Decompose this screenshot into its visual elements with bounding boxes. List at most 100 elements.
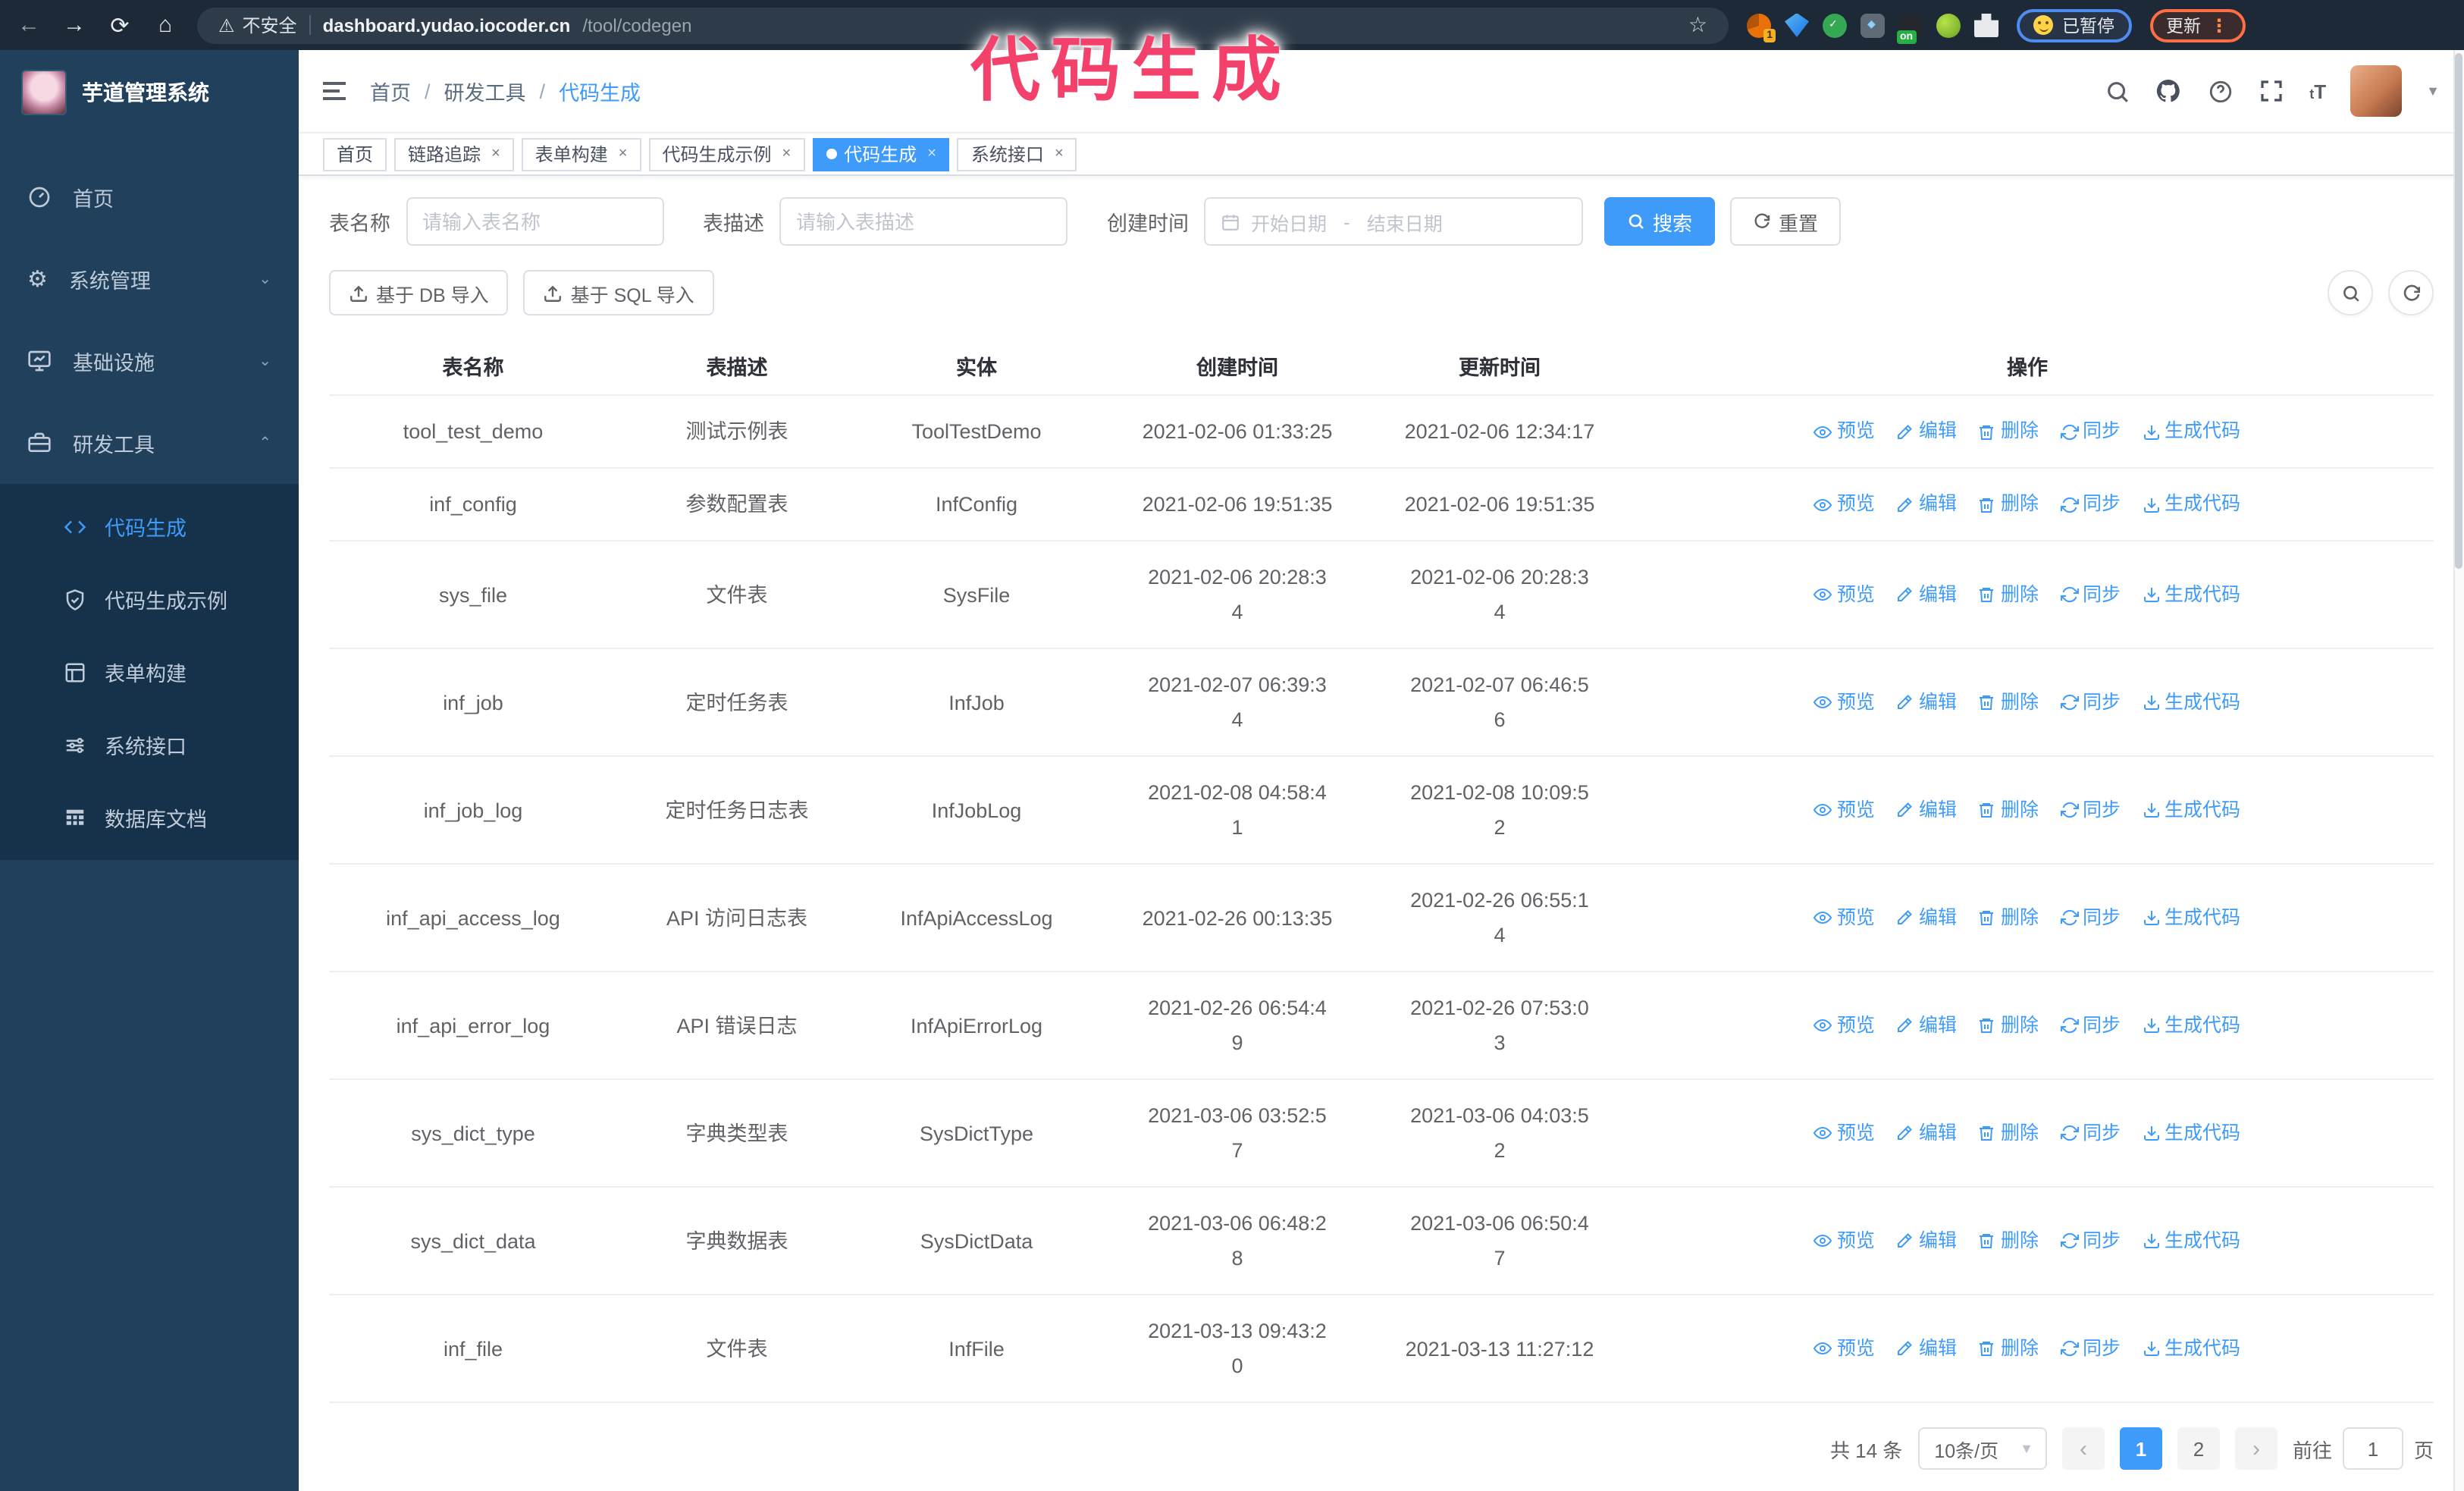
sync-link[interactable]: 同步: [2060, 685, 2121, 720]
puzzle-extensions-icon[interactable]: [1974, 13, 1998, 37]
security-status[interactable]: ⚠ 不安全: [218, 12, 297, 38]
close-tab-icon[interactable]: ×: [1055, 146, 1064, 162]
edit-link[interactable]: 编辑: [1896, 1116, 1957, 1150]
preview-link[interactable]: 预览: [1814, 793, 1875, 827]
tab-system-api[interactable]: 系统接口 ×: [957, 137, 1077, 171]
goto-page-input[interactable]: [2342, 1427, 2403, 1470]
search-icon[interactable]: [2103, 77, 2130, 105]
delete-link[interactable]: 删除: [1978, 1008, 2039, 1043]
generate-code-link[interactable]: 生成代码: [2142, 1223, 2240, 1258]
sidebar-item-infra[interactable]: 基础设施 ⌄: [0, 320, 299, 402]
edit-link[interactable]: 编辑: [1896, 577, 1957, 612]
generate-code-link[interactable]: 生成代码: [2142, 1008, 2240, 1043]
scrollbar[interactable]: [2453, 50, 2464, 1491]
next-page-button[interactable]: ›: [2234, 1427, 2277, 1470]
edit-link[interactable]: 编辑: [1896, 900, 1957, 935]
search-button[interactable]: 搜索: [1604, 197, 1716, 246]
sync-link[interactable]: 同步: [2060, 1008, 2121, 1043]
sidebar-item-devtools[interactable]: 研发工具 ⌃: [0, 402, 299, 484]
page-size-select[interactable]: 10条/页 ▼: [1917, 1427, 2047, 1470]
tab-form-builder[interactable]: 表单构建 ×: [521, 137, 641, 171]
tab-codegen[interactable]: 代码生成 ×: [812, 137, 950, 171]
edit-link[interactable]: 编辑: [1896, 487, 1957, 522]
extension-icon-on[interactable]: on: [1897, 13, 1923, 43]
generate-code-link[interactable]: 生成代码: [2142, 900, 2240, 935]
reset-button[interactable]: 重置: [1730, 197, 1842, 246]
preview-link[interactable]: 预览: [1814, 1223, 1875, 1258]
address-bar[interactable]: ⚠ 不安全 dashboard.yudao.iocoder.cn/tool/co…: [197, 7, 1729, 43]
delete-link[interactable]: 删除: [1978, 685, 2039, 720]
delete-link[interactable]: 删除: [1978, 793, 2039, 827]
preview-link[interactable]: 预览: [1814, 487, 1875, 522]
edit-link[interactable]: 编辑: [1896, 685, 1957, 720]
breadcrumb-devtools[interactable]: 研发工具: [444, 76, 526, 106]
preview-link[interactable]: 预览: [1814, 685, 1875, 720]
tab-home[interactable]: 首页: [323, 137, 387, 171]
generate-code-link[interactable]: 生成代码: [2142, 487, 2240, 522]
toggle-search-button[interactable]: [2328, 270, 2373, 315]
preview-link[interactable]: 预览: [1814, 414, 1875, 449]
sidebar-item-db-doc[interactable]: 数据库文档: [0, 781, 299, 854]
edit-link[interactable]: 编辑: [1896, 1008, 1957, 1043]
refresh-table-button[interactable]: [2388, 270, 2434, 315]
user-avatar[interactable]: [2350, 65, 2403, 118]
sidebar-item-home[interactable]: 首页: [0, 156, 299, 238]
tab-codegen-example[interactable]: 代码生成示例 ×: [648, 137, 805, 171]
edit-link[interactable]: 编辑: [1896, 793, 1957, 827]
sync-link[interactable]: 同步: [2060, 487, 2121, 522]
import-db-button[interactable]: 基于 DB 导入: [329, 270, 509, 315]
hamburger-icon[interactable]: [323, 82, 346, 101]
close-tab-icon[interactable]: ×: [782, 146, 792, 162]
back-icon[interactable]: ←: [15, 12, 42, 38]
sync-link[interactable]: 同步: [2060, 900, 2121, 935]
extension-icon-green[interactable]: [1936, 13, 1961, 37]
home-icon[interactable]: ⌂: [152, 12, 179, 38]
avatar-caret-down-icon[interactable]: ▼: [2426, 83, 2440, 99]
import-sql-button[interactable]: 基于 SQL 导入: [523, 270, 714, 315]
sync-link[interactable]: 同步: [2060, 1116, 2121, 1150]
sync-link[interactable]: 同步: [2060, 577, 2121, 612]
preview-link[interactable]: 预览: [1814, 1331, 1875, 1366]
close-tab-icon[interactable]: ×: [491, 146, 500, 162]
generate-code-link[interactable]: 生成代码: [2142, 793, 2240, 827]
generate-code-link[interactable]: 生成代码: [2142, 577, 2240, 612]
sync-link[interactable]: 同步: [2060, 1223, 2121, 1258]
extension-icon-orange[interactable]: 1: [1747, 13, 1776, 42]
fullscreen-icon[interactable]: [2258, 77, 2285, 105]
forward-icon[interactable]: →: [61, 12, 88, 38]
delete-link[interactable]: 删除: [1978, 1331, 2039, 1366]
extension-icon-check[interactable]: ✓: [1823, 13, 1847, 37]
help-icon[interactable]: [2206, 77, 2234, 105]
delete-link[interactable]: 删除: [1978, 414, 2039, 449]
page-button-2[interactable]: 2: [2177, 1427, 2220, 1470]
sidebar-item-form-builder[interactable]: 表单构建: [0, 636, 299, 708]
edit-link[interactable]: 编辑: [1896, 414, 1957, 449]
reload-icon[interactable]: ⟳: [106, 11, 133, 39]
sidebar-item-system-api[interactable]: 系统接口: [0, 708, 299, 781]
app-logo-row[interactable]: 芋道管理系统: [0, 50, 299, 135]
sync-link[interactable]: 同步: [2060, 1331, 2121, 1366]
table-name-input[interactable]: [406, 197, 663, 246]
font-size-icon[interactable]: tT: [2309, 80, 2326, 102]
generate-code-link[interactable]: 生成代码: [2142, 1331, 2240, 1366]
generate-code-link[interactable]: 生成代码: [2142, 685, 2240, 720]
generate-code-link[interactable]: 生成代码: [2142, 414, 2240, 449]
bookmark-star-icon[interactable]: ☆: [1688, 12, 1707, 38]
sync-link[interactable]: 同步: [2060, 414, 2121, 449]
edit-link[interactable]: 编辑: [1896, 1331, 1957, 1366]
prev-page-button[interactable]: ‹: [2061, 1427, 2105, 1470]
close-tab-icon[interactable]: ×: [619, 146, 628, 162]
preview-link[interactable]: 预览: [1814, 1008, 1875, 1043]
close-tab-icon[interactable]: ×: [927, 146, 936, 162]
preview-link[interactable]: 预览: [1814, 900, 1875, 935]
sync-link[interactable]: 同步: [2060, 793, 2121, 827]
delete-link[interactable]: 删除: [1978, 577, 2039, 612]
sidebar-item-codegen-example[interactable]: 代码生成示例: [0, 563, 299, 636]
profile-paused-badge[interactable]: 已暂停: [2017, 8, 2131, 42]
extension-icon-grid[interactable]: ◆: [1861, 13, 1885, 37]
table-desc-input[interactable]: [779, 197, 1067, 246]
extension-icon-gem[interactable]: [1785, 13, 1809, 37]
preview-link[interactable]: 预览: [1814, 1116, 1875, 1150]
delete-link[interactable]: 删除: [1978, 1223, 2039, 1258]
edit-link[interactable]: 编辑: [1896, 1223, 1957, 1258]
